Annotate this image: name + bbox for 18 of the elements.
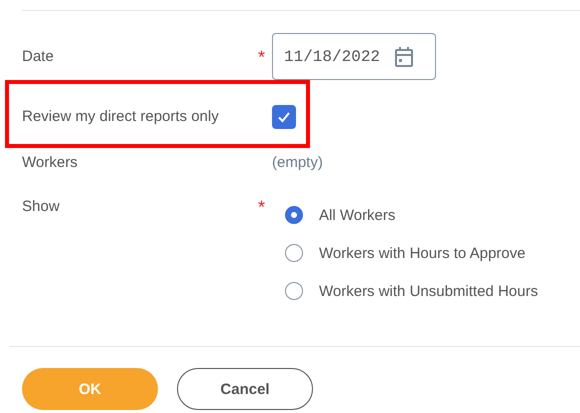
field-label: Date xyxy=(22,46,55,66)
cancel-button[interactable]: Cancel xyxy=(177,368,313,410)
calendar-icon[interactable] xyxy=(394,46,414,68)
radio-label[interactable]: Workers with Hours to Approve xyxy=(319,244,526,262)
check-icon xyxy=(277,111,291,123)
field-label: Review my direct reports only xyxy=(22,107,220,127)
field-label: Show xyxy=(22,197,61,217)
date-field[interactable]: 11/18/2022 xyxy=(272,33,436,80)
radio-button[interactable] xyxy=(285,282,303,300)
radio-label[interactable]: Workers with Unsubmitted Hours xyxy=(319,282,538,300)
radio-button[interactable] xyxy=(285,206,303,224)
radio-button[interactable] xyxy=(285,244,303,262)
checkbox[interactable] xyxy=(272,105,296,129)
field-value: (empty) xyxy=(272,153,324,173)
field-label: Workers xyxy=(22,153,79,173)
radio-label[interactable]: All Workers xyxy=(319,206,396,224)
required-asterisk: * xyxy=(258,46,266,66)
required-asterisk: * xyxy=(258,197,266,217)
